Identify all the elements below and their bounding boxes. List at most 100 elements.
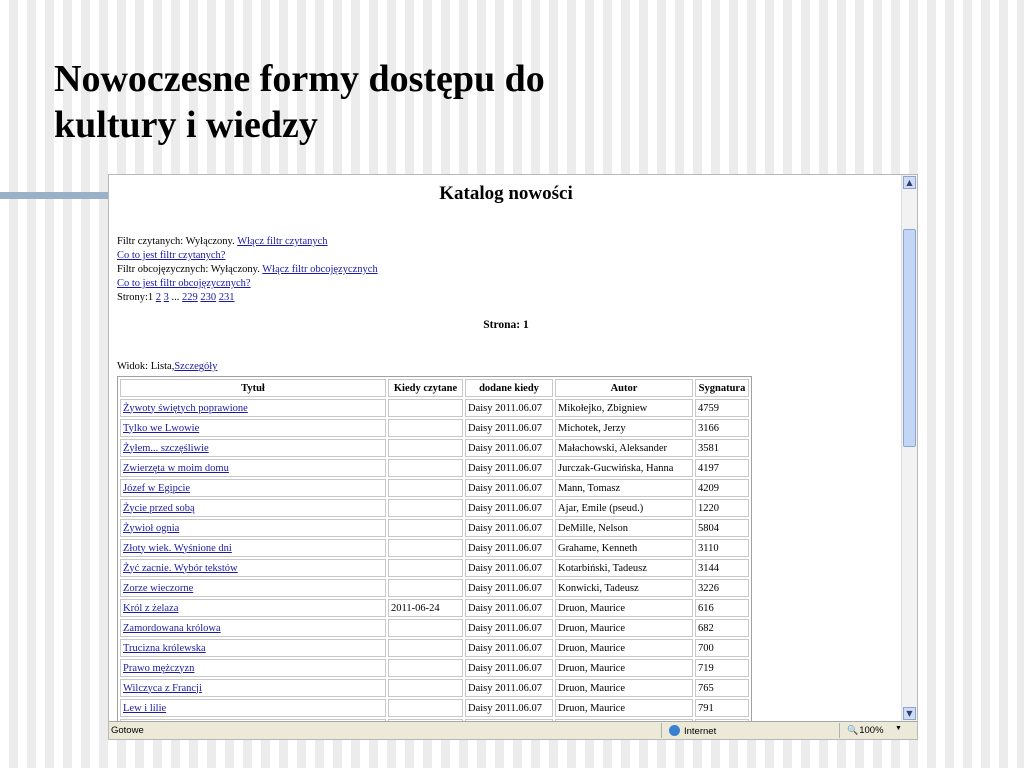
zoom-dropdown-icon[interactable]: ▼ <box>895 725 902 732</box>
read-date-cell <box>388 679 463 697</box>
book-title-link[interactable]: Zorze wieczorne <box>123 583 193 594</box>
added-cell: Daisy 2011.06.07 <box>465 659 553 677</box>
table-row: Król z żelaza 2011-06-24 Daisy 2011.06.07 D… <box>120 599 749 617</box>
column-header-title: Tytuł <box>120 379 386 397</box>
book-title-link[interactable]: Prawo mężczyzn <box>123 663 194 674</box>
current-page-indicator: Strona: 1 <box>483 319 529 331</box>
book-title-link[interactable]: Żyć zacnie. Wybór tekstów <box>123 563 238 574</box>
book-title-link[interactable]: Wilczyca z Francji <box>123 683 202 694</box>
table-row: Józef w Egipcie Daisy 2011.06.07 Mann, Tom… <box>120 479 749 497</box>
table-row: Złoty wiek. Wyśnione dni Daisy 2011.06.07… <box>120 539 749 557</box>
title-cell: Król z żelaza <box>120 599 386 617</box>
added-cell: Daisy 2011.06.07 <box>465 559 553 577</box>
signature-cell: 3166 <box>695 419 749 437</box>
book-title-link[interactable]: Żywoty świętych poprawione <box>123 403 248 414</box>
signature-cell: 1220 <box>695 499 749 517</box>
author-cell: Druon, Maurice <box>555 619 693 637</box>
book-title-link[interactable]: Żyłem... szczęśliwie <box>123 443 209 454</box>
table-header-row: Tytuł Kiedy czytane dodane kiedy Autor S… <box>120 379 749 397</box>
signature-cell: 4209 <box>695 479 749 497</box>
added-cell: Daisy 2011.06.07 <box>465 399 553 417</box>
book-title-link[interactable]: Zamordowana królowa <box>123 623 221 634</box>
filter-read-label: Filtr czytanych: Wyłączony. <box>117 236 235 247</box>
read-date-cell <box>388 439 463 457</box>
book-title-link[interactable]: Tylko we Lwowie <box>123 423 199 434</box>
page-link[interactable]: 230 <box>200 292 216 303</box>
page-link[interactable]: 3 <box>164 292 169 303</box>
view-label: Widok: Lista, <box>117 361 175 372</box>
added-cell: Daisy 2011.06.07 <box>465 439 553 457</box>
signature-cell: 765 <box>695 679 749 697</box>
added-cell: Daisy 2011.06.07 <box>465 579 553 597</box>
scroll-up-button[interactable]: ▲ <box>903 176 916 189</box>
added-cell: Daisy 2011.06.07 <box>465 619 553 637</box>
read-date-cell <box>388 539 463 557</box>
accent-line <box>0 192 108 199</box>
zone-label: Internet <box>684 726 717 737</box>
table-row: Wilczyca z Francji Daisy 2011.06.07 Druon,… <box>120 679 749 697</box>
signature-cell: 3110 <box>695 539 749 557</box>
book-title-link[interactable]: Życie przed sobą <box>123 503 195 514</box>
author-cell: Kotarbiński, Tadeusz <box>555 559 693 577</box>
title-cell: Żyłem... szczęśliwie <box>120 439 386 457</box>
page-link[interactable]: 229 <box>182 292 198 303</box>
book-title-link[interactable]: Trucizna królewska <box>123 643 206 654</box>
author-cell: DeMille, Nelson <box>555 519 693 537</box>
read-date-cell <box>388 699 463 717</box>
book-title-link[interactable]: Zwierzęta w moim domu <box>123 463 229 474</box>
signature-cell: 682 <box>695 619 749 637</box>
scroll-thumb[interactable] <box>903 229 916 447</box>
author-cell: Druon, Maurice <box>555 599 693 617</box>
scroll-down-button[interactable]: ▼ <box>903 707 916 720</box>
vertical-scrollbar[interactable]: ▲ ▼ <box>901 175 917 721</box>
page-link[interactable]: 2 <box>156 292 161 303</box>
author-cell: Mann, Tomasz <box>555 479 693 497</box>
added-cell: Daisy 2011.06.07 <box>465 419 553 437</box>
read-date-cell <box>388 659 463 677</box>
read-filter-help-link[interactable]: Co to jest filtr czytanych? <box>117 250 225 261</box>
table-row: Trucizna królewska Daisy 2011.06.07 Druon,… <box>120 639 749 657</box>
title-cell: Józef w Egipcie <box>120 479 386 497</box>
read-date-cell <box>388 559 463 577</box>
magnifier-icon: 🔍 <box>847 725 859 735</box>
added-cell: Daisy 2011.06.07 <box>465 459 553 477</box>
slide-title: Nowoczesne formy dostępu do kultury i wi… <box>54 56 545 148</box>
table-row: Zorze wieczorne Daisy 2011.06.07 Konwicki,… <box>120 579 749 597</box>
title-cell: Żywioł ognia <box>120 519 386 537</box>
added-cell: Daisy 2011.06.07 <box>465 679 553 697</box>
title-cell: Tylko we Lwowie <box>120 419 386 437</box>
table-row: Zamordowana królowa Daisy 2011.06.07 Druon… <box>120 619 749 637</box>
table-row: Żywoty świętych poprawione Daisy 2011.06.… <box>120 399 749 417</box>
book-title-link[interactable]: Lew i lilie <box>123 703 166 714</box>
foreign-filter-help-link[interactable]: Co to jest filtr obcojęzycznych? <box>117 278 251 289</box>
title-cell: Trucizna królewska <box>120 639 386 657</box>
column-header-read: Kiedy czytane <box>388 379 463 397</box>
column-header-added: dodane kiedy <box>465 379 553 397</box>
added-cell: Daisy 2011.06.07 <box>465 599 553 617</box>
view-details-link[interactable]: Szczegóły <box>174 361 217 372</box>
signature-cell: 3144 <box>695 559 749 577</box>
status-divider <box>661 723 662 738</box>
table-row: Żyć zacnie. Wybór tekstów Daisy 2011.06.0… <box>120 559 749 577</box>
read-date-cell <box>388 399 463 417</box>
page-link[interactable]: 231 <box>219 292 235 303</box>
zoom-control[interactable]: 🔍100% <box>847 725 884 736</box>
view-mode: Widok: Lista,Szczegóły <box>117 361 217 372</box>
read-date-cell <box>388 499 463 517</box>
column-header-author: Autor <box>555 379 693 397</box>
table-row: Tylko we Lwowie Daisy 2011.06.07 Michotek,… <box>120 419 749 437</box>
book-title-link[interactable]: Złoty wiek. Wyśnione dni <box>123 543 232 554</box>
book-title-link[interactable]: Żywioł ognia <box>123 523 179 534</box>
slide-title-line1: Nowoczesne formy dostępu do <box>54 58 545 100</box>
enable-read-filter-link[interactable]: Włącz filtr czytanych <box>237 236 327 247</box>
column-header-signature: Sygnatura <box>695 379 749 397</box>
added-cell: Daisy 2011.06.07 <box>465 519 553 537</box>
title-cell: Lew i lilie <box>120 699 386 717</box>
browser-window: Katalog nowości Filtr czytanych: Wyłączo… <box>108 174 918 740</box>
enable-foreign-filter-link[interactable]: Włącz filtr obcojęzycznych <box>262 264 377 275</box>
book-title-link[interactable]: Król z żelaza <box>123 603 178 614</box>
added-cell: Daisy 2011.06.07 <box>465 479 553 497</box>
book-title-link[interactable]: Józef w Egipcie <box>123 483 190 494</box>
table-row: Zwierzęta w moim domu Daisy 2011.06.07 Jur… <box>120 459 749 477</box>
status-text: Gotowe <box>111 725 144 736</box>
